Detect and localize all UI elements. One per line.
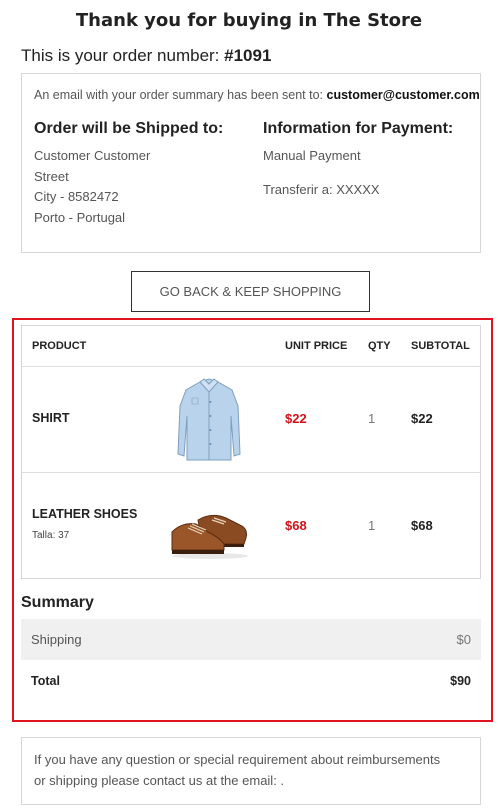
shirt-image [176,376,242,467]
unit-price-shirt: $22 [285,411,307,426]
payment-transfer: Transferir a: XXXXX [263,181,380,197]
shipping-heading: Order will be Shipped to: [34,120,224,137]
email-notice: An email with your order summary has bee… [34,88,480,102]
shipping-name: Customer Customer [34,148,151,163]
payment-heading: Information for Payment: [263,120,454,137]
shipping-label: Shipping [31,632,82,647]
total-value: $90 [450,674,471,688]
email-notice-text: An email with your order summary has bee… [34,88,327,102]
order-items-table: PRODUCT UNIT PRICE QTY SUBTOTAL SHIRT $2… [21,325,481,579]
contact-info-box: If you have any question or special requ… [21,737,481,805]
row-divider [22,472,480,473]
keep-shopping-button[interactable]: GO BACK & KEEP SHOPPING [131,271,370,312]
product-name-shoes: LEATHER SHOES [32,507,138,521]
header-qty: QTY [368,340,391,352]
shipping-value: $0 [456,632,471,647]
customer-email: customer@customer.com [326,88,480,102]
product-variant-shoes: Talla: 37 [32,530,70,541]
page-title: Thank you for buying in The Store [75,10,423,31]
payment-method: Manual Payment [263,148,361,163]
summary-total-row: Total $90 [21,660,481,702]
header-unit-price: UNIT PRICE [285,340,348,352]
payment-info: Information for Payment: Manual Payment … [263,120,453,200]
qty-shirt: 1 [368,411,376,426]
subtotal-shirt: $22 [411,411,433,426]
qty-shoes: 1 [368,518,376,533]
unit-price-shoes: $68 [285,518,307,533]
order-number: #1091 [224,46,272,65]
total-label: Total [31,674,60,688]
header-product: PRODUCT [32,340,87,352]
shipping-city: City - 8582472 [34,189,119,204]
shipping-street: Street [34,168,69,184]
shipping-address: Order will be Shipped to: Customer Custo… [34,120,223,228]
row-divider [22,366,480,367]
summary-shipping-row: Shipping $0 [21,619,481,660]
product-name-shirt: SHIRT [32,411,70,425]
shoes-image [168,510,250,565]
contact-text: If you have any question or special requ… [34,752,441,788]
order-info-box: An email with your order summary has bee… [21,73,481,253]
subtotal-shoes: $68 [411,518,433,533]
header-subtotal: SUBTOTAL [411,340,470,352]
order-number-line: This is your order number: #1091 [21,46,271,66]
summary-title: Summary [21,594,94,611]
order-number-label: This is your order number: [21,46,225,65]
shipping-region: Porto - Portugal [34,209,126,225]
